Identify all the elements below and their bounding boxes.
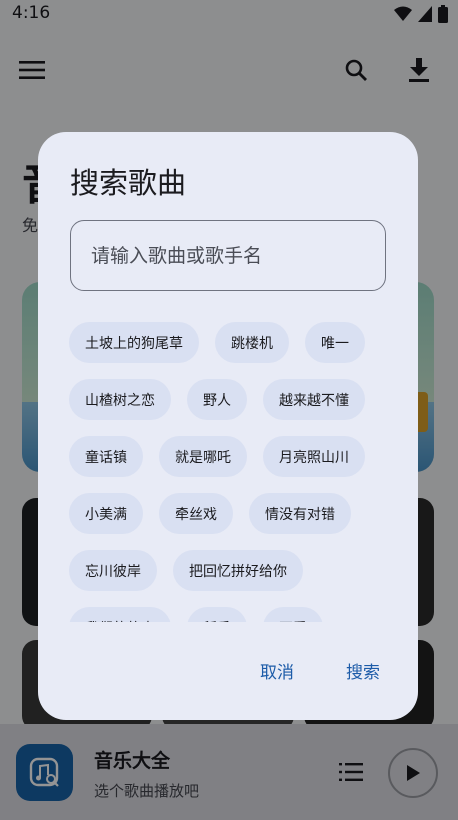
suggestion-chip[interactable]: 山楂树之恋 — [69, 379, 171, 420]
dialog-actions: 取消 搜索 — [260, 658, 380, 683]
suggestion-chip[interactable]: 不爱 — [263, 607, 323, 622]
chip-row: 忘川彼岸 把回忆拼好给你 — [69, 550, 389, 591]
suggestion-chip[interactable]: 越来越不懂 — [263, 379, 365, 420]
suggestion-chip[interactable]: 我们的故事 — [69, 607, 171, 622]
search-dialog: 搜索歌曲 土坡上的狗尾草 跳楼机 唯一 山楂树之恋 野人 越来越不懂 童话镇 就… — [38, 132, 418, 720]
search-confirm-button[interactable]: 搜索 — [346, 658, 380, 683]
chip-row: 我们的故事 稻香 不爱 — [69, 607, 389, 622]
chip-row: 山楂树之恋 野人 越来越不懂 — [69, 379, 389, 420]
suggestion-chip[interactable]: 忘川彼岸 — [69, 550, 157, 591]
suggestion-chips: 土坡上的狗尾草 跳楼机 唯一 山楂树之恋 野人 越来越不懂 童话镇 就是哪吒 月… — [69, 322, 389, 622]
suggestion-chip[interactable]: 土坡上的狗尾草 — [69, 322, 199, 363]
dialog-title: 搜索歌曲 — [70, 166, 187, 200]
chip-row: 童话镇 就是哪吒 月亮照山川 — [69, 436, 389, 477]
suggestion-chip[interactable]: 情没有对错 — [249, 493, 351, 534]
chip-row: 小美满 牵丝戏 情没有对错 — [69, 493, 389, 534]
suggestion-chip[interactable]: 跳楼机 — [215, 322, 289, 363]
suggestion-chip[interactable]: 野人 — [187, 379, 247, 420]
mini-player[interactable]: 音乐大全 选个歌曲播放吧 — [0, 724, 458, 820]
suggestion-chip[interactable]: 就是哪吒 — [159, 436, 247, 477]
player-scrim — [0, 724, 458, 820]
chip-row: 土坡上的狗尾草 跳楼机 唯一 — [69, 322, 389, 363]
suggestion-chip[interactable]: 月亮照山川 — [263, 436, 365, 477]
suggestion-chip[interactable]: 小美满 — [69, 493, 143, 534]
suggestion-chip[interactable]: 童话镇 — [69, 436, 143, 477]
suggestion-chip[interactable]: 唯一 — [305, 322, 365, 363]
suggestion-chip[interactable]: 牵丝戏 — [159, 493, 233, 534]
suggestion-chip[interactable]: 稻香 — [187, 607, 247, 622]
song-search-input[interactable] — [70, 220, 386, 291]
cancel-button[interactable]: 取消 — [260, 658, 294, 683]
suggestion-chip[interactable]: 把回忆拼好给你 — [173, 550, 303, 591]
